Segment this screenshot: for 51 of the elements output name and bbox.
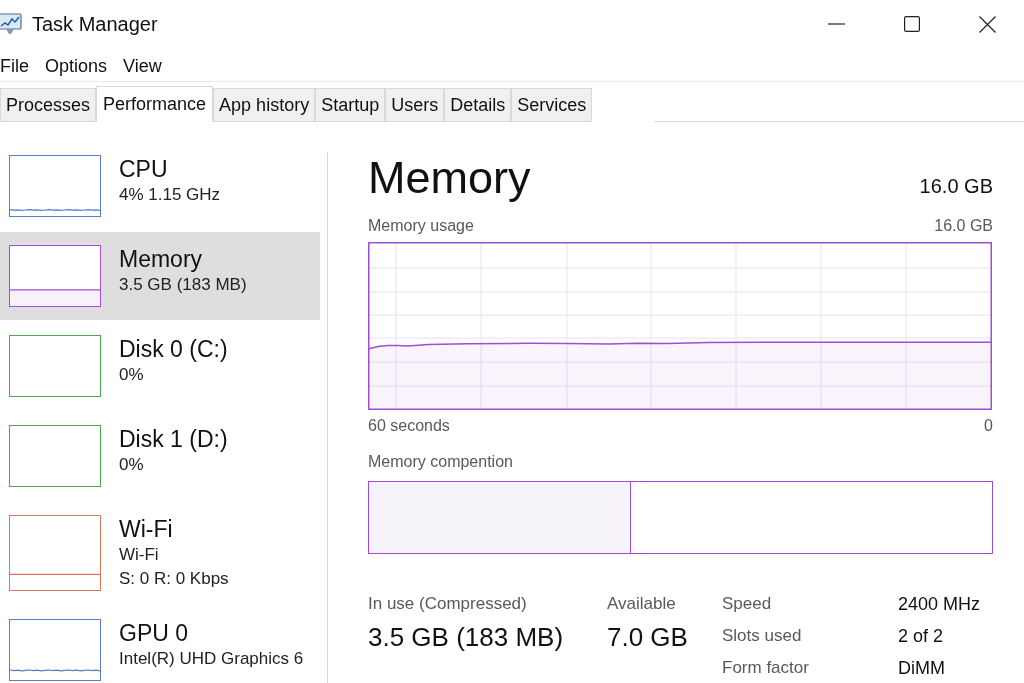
item-title: Wi-Fi: [119, 515, 174, 543]
composition-label: Memory compention: [368, 452, 513, 472]
sidebar-item[interactable]: CPU 4% 1.15 GHz: [0, 142, 320, 230]
window-title: Task Manager: [32, 12, 158, 37]
tab[interactable]: Details: [444, 88, 512, 122]
tab[interactable]: Services: [511, 88, 593, 122]
item-detail: 3.5 GB (183 MB): [119, 274, 247, 296]
property-label: Form factor: [722, 657, 809, 679]
sidebar-item[interactable]: Memory 3.5 GB (183 MB): [0, 232, 320, 320]
stat-value: 3.5 GB (183 MB): [368, 621, 564, 653]
sidebar-item[interactable]: GPU 0 Intel(R) UHD Graphics 6: [0, 606, 320, 683]
property-value: 2 of 2: [898, 625, 944, 648]
tab[interactable]: Performance: [96, 86, 214, 122]
panel-title: Memory: [368, 152, 531, 204]
item-detail: 0%: [119, 454, 145, 476]
sidebar-item[interactable]: Wi-Fi Wi-Fi S: 0 R: 0 Kbps: [0, 502, 320, 604]
item-detail: 4% 1.15 GHz: [119, 184, 221, 206]
stat-label: Available: [607, 594, 676, 614]
maximize-icon: [904, 16, 920, 32]
tab[interactable]: Users: [385, 88, 445, 122]
menu-item[interactable]: File: [0, 53, 29, 80]
item-detail: S: 0 R: 0 Kbps: [119, 568, 229, 590]
graph-zero-label: 0: [984, 416, 993, 436]
property-label: Slots used: [722, 625, 802, 647]
menu-item[interactable]: Options: [45, 53, 108, 80]
item-title: Disk 1 (D:): [119, 425, 228, 453]
item-detail: 0%: [119, 364, 145, 386]
property-label: Speed: [722, 593, 772, 615]
sidebar-item[interactable]: Disk 0 (C:) 0%: [0, 322, 320, 410]
stat-value: 7.0 GB: [607, 621, 688, 653]
graph-max-label: 16.0 GB: [934, 216, 993, 236]
item-title: Memory: [119, 245, 204, 273]
tab[interactable]: Startup: [315, 88, 386, 122]
tab[interactable]: Processes: [0, 88, 97, 122]
sidebar-item[interactable]: Disk 1 (D:) 0%: [0, 412, 320, 500]
total-memory: 16.0 GB: [919, 174, 993, 199]
graph-time-label: 60 seconds: [368, 416, 450, 436]
menu-item[interactable]: View: [123, 53, 162, 80]
property-value: 2400 MHz: [898, 593, 981, 616]
item-title: GPU 0: [119, 619, 190, 647]
monitor-graph-icon: [0, 13, 22, 35]
item-detail: Wi-Fi: [119, 544, 160, 566]
property-value: DiMM: [898, 657, 945, 680]
graph-label: Memory usage: [368, 216, 474, 236]
item-title: CPU: [119, 155, 169, 183]
minimize-icon: [827, 23, 845, 25]
stat-label: In use (Compressed): [368, 594, 527, 614]
close-icon: [978, 15, 996, 33]
item-title: Disk 0 (C:): [119, 335, 228, 363]
item-detail: Intel(R) UHD Graphics 6: [119, 648, 304, 670]
tab[interactable]: App history: [213, 88, 316, 122]
